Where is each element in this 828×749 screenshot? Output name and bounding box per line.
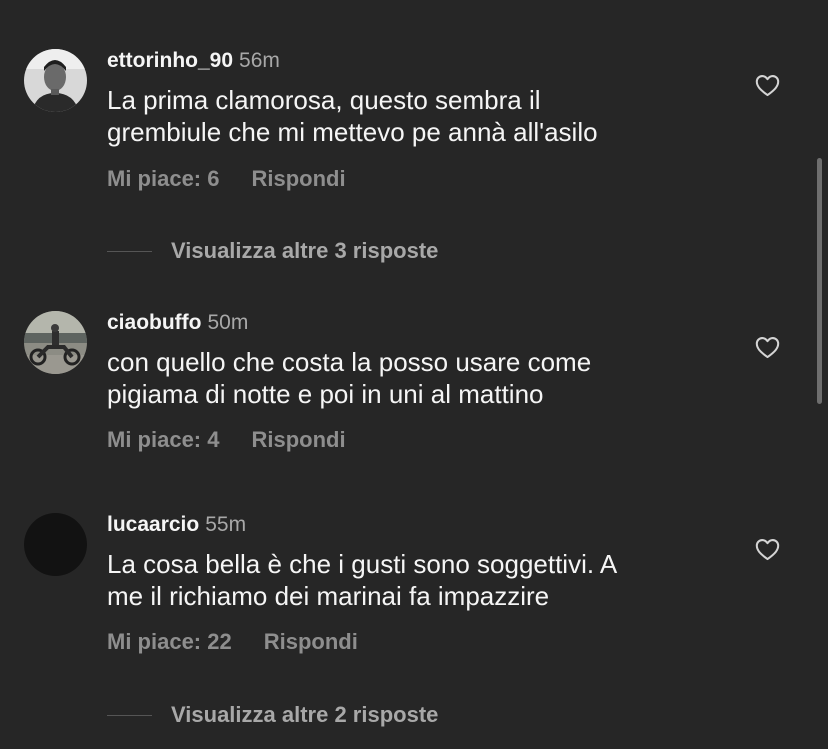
- user-avatar-photo: [24, 311, 87, 374]
- likes-count[interactable]: Mi piace: 22: [107, 629, 232, 654]
- comment-actions: Mi piace: 6 Rispondi: [107, 166, 346, 192]
- username[interactable]: ciaobuffo: [107, 311, 202, 334]
- timestamp: 50m: [207, 311, 249, 334]
- view-replies-label: Visualizza altre 3 risposte: [171, 238, 439, 263]
- comment-text-line: La prima clamorosa, questo sembra il: [107, 85, 541, 115]
- comment-text: La prima clamorosa, questo sembra il gre…: [107, 84, 747, 148]
- avatar[interactable]: [24, 49, 87, 112]
- comment-text-line: me il richiamo dei marinai fa impazzire: [107, 581, 550, 611]
- timestamp: 55m: [205, 513, 247, 536]
- timestamp: 56m: [239, 49, 280, 72]
- likes-count[interactable]: Mi piace: 4: [107, 427, 219, 452]
- comment-meta: ettorinho_90 56m: [107, 49, 280, 73]
- likes-count[interactable]: Mi piace: 6: [107, 166, 219, 191]
- divider-line: [107, 250, 152, 252]
- comment-meta: lucaarcio 55m: [107, 513, 246, 537]
- comment-text-line: grembiule che mi mettevo pe annà all'asi…: [107, 117, 598, 147]
- comment-actions: Mi piace: 22 Rispondi: [107, 629, 358, 655]
- reply-button[interactable]: Rispondi: [251, 166, 345, 191]
- heart-outline-icon[interactable]: [754, 334, 781, 361]
- comment-text: La cosa bella è che i gusti sono soggett…: [107, 548, 747, 612]
- comment-actions: Mi piace: 4 Rispondi: [107, 427, 346, 453]
- reply-button[interactable]: Rispondi: [251, 427, 345, 452]
- comment-text-line: con quello che costa la posso usare come: [107, 347, 592, 377]
- divider-line: [107, 714, 152, 716]
- view-replies-label: Visualizza altre 2 risposte: [171, 702, 439, 727]
- comment-text-line: pigiama di notte e poi in uni al mattino: [107, 379, 544, 409]
- avatar[interactable]: [24, 311, 87, 374]
- user-avatar-photo: [24, 513, 87, 576]
- view-more-replies-button[interactable]: Visualizza altre 2 risposte: [107, 700, 438, 730]
- username[interactable]: ettorinho_90: [107, 49, 233, 72]
- user-avatar-photo: [24, 49, 87, 112]
- reply-button[interactable]: Rispondi: [264, 629, 358, 654]
- comment-meta: ciaobuffo 50m: [107, 311, 248, 335]
- heart-outline-icon[interactable]: [754, 72, 781, 99]
- heart-outline-icon[interactable]: [754, 536, 781, 563]
- comment-text-line: La cosa bella è che i gusti sono soggett…: [107, 549, 618, 579]
- avatar[interactable]: [24, 513, 87, 576]
- view-more-replies-button[interactable]: Visualizza altre 3 risposte: [107, 236, 438, 266]
- comment-text: con quello che costa la posso usare come…: [107, 346, 747, 410]
- username[interactable]: lucaarcio: [107, 513, 199, 536]
- scrollbar[interactable]: [817, 158, 822, 404]
